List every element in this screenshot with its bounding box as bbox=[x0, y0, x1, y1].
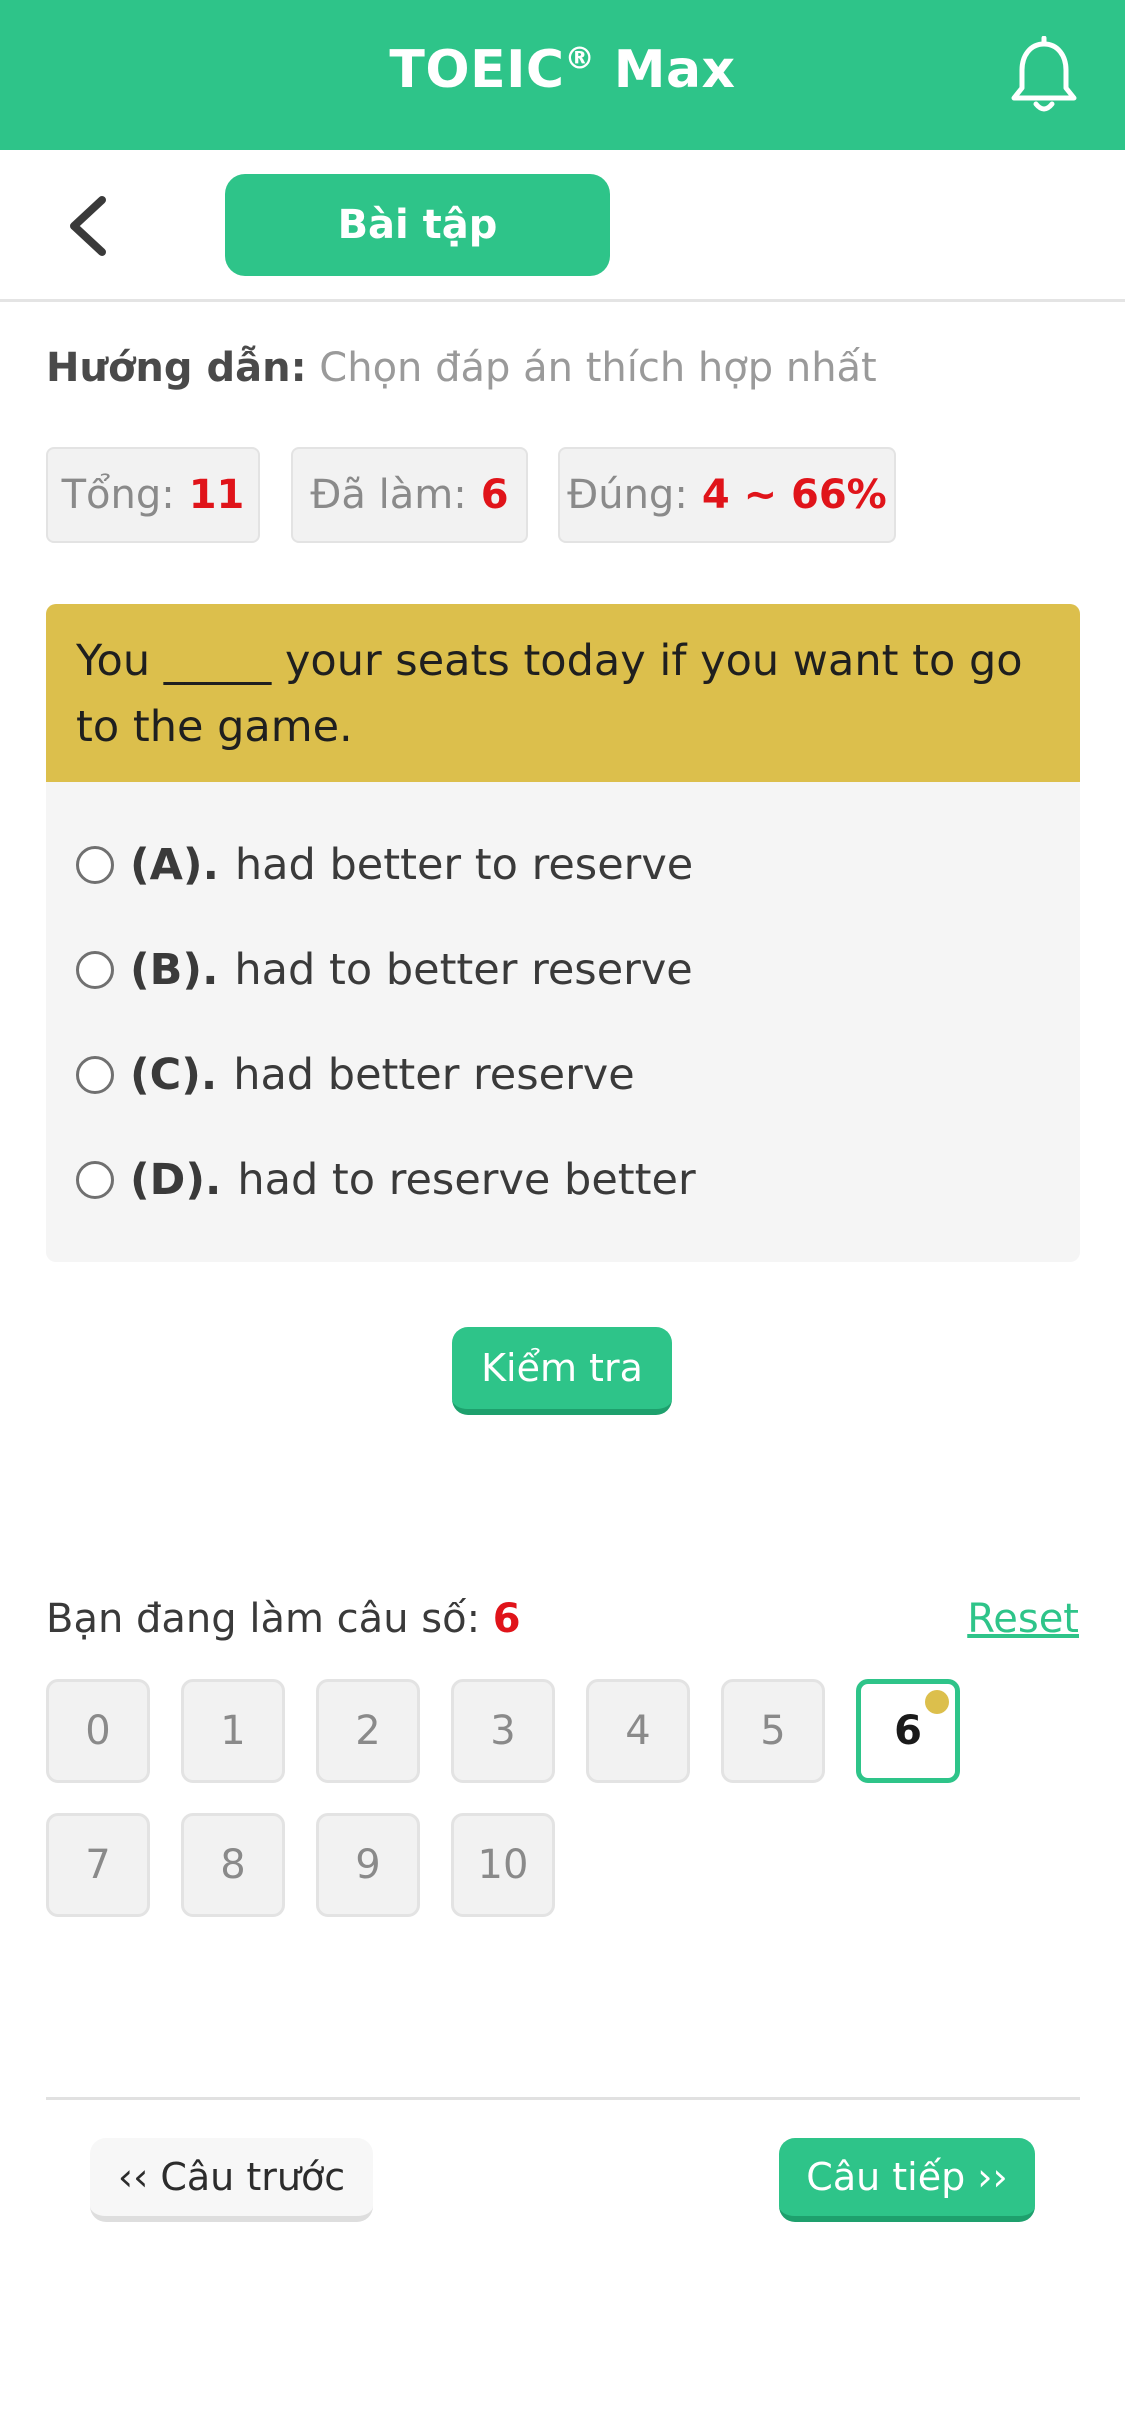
option-text: had better reserve bbox=[233, 1050, 635, 1100]
current-question: Bạn đang làm câu số: 6 bbox=[46, 1596, 521, 1642]
bell-icon[interactable] bbox=[1008, 36, 1080, 116]
divider bbox=[46, 2097, 1080, 2100]
question-number-button[interactable]: 9 bbox=[316, 1813, 420, 1917]
option-letter: (B). bbox=[130, 945, 219, 995]
instruction-label: Hướng dẫn: bbox=[46, 345, 307, 391]
sub-header: Bài tập bbox=[0, 150, 1125, 302]
option-b[interactable]: (B). had to better reserve bbox=[76, 935, 693, 1005]
question-number-button[interactable]: 7 bbox=[46, 1813, 150, 1917]
stat-done-value: 6 bbox=[480, 472, 509, 518]
stat-done: Đã làm: 6 bbox=[291, 447, 528, 543]
option-d[interactable]: (D). had to reserve better bbox=[76, 1145, 696, 1215]
stat-total-value: 11 bbox=[188, 472, 245, 518]
question-card: You _____ your seats today if you want t… bbox=[46, 604, 1080, 1262]
option-c[interactable]: (C). had better reserve bbox=[76, 1040, 635, 1110]
next-question-button[interactable]: Câu tiếp ›› bbox=[779, 2138, 1035, 2222]
option-a[interactable]: (A). had better to reserve bbox=[76, 830, 693, 900]
question-number-button[interactable]: 8 bbox=[181, 1813, 285, 1917]
question-number-button[interactable]: 3 bbox=[451, 1679, 555, 1783]
question-number-button[interactable]: 0 bbox=[46, 1679, 150, 1783]
answered-dot-icon bbox=[925, 1690, 949, 1714]
question-number-button[interactable]: 10 bbox=[451, 1813, 555, 1917]
app-title: TOEIC® Max bbox=[389, 40, 736, 100]
radio-icon[interactable] bbox=[76, 951, 114, 989]
option-text: had to reserve better bbox=[237, 1155, 696, 1205]
question-number-label: 6 bbox=[894, 1708, 922, 1754]
current-question-label: Bạn đang làm câu số: bbox=[46, 1596, 493, 1642]
question-number-button[interactable]: 4 bbox=[586, 1679, 690, 1783]
reset-link[interactable]: Reset bbox=[967, 1596, 1079, 1642]
question-number-button[interactable]: 2 bbox=[316, 1679, 420, 1783]
option-letter: (A). bbox=[130, 840, 219, 890]
stat-done-label: Đã làm: bbox=[310, 472, 467, 518]
stat-total: Tổng: 11 bbox=[46, 447, 260, 543]
tab-exercises[interactable]: Bài tập bbox=[225, 174, 610, 276]
option-text: had to better reserve bbox=[234, 945, 693, 995]
previous-question-button[interactable]: ‹‹ Câu trước bbox=[90, 2138, 373, 2222]
question-number-button-current[interactable]: 6 bbox=[856, 1679, 960, 1783]
stat-correct: Đúng: 4 ~ 66% bbox=[558, 447, 896, 543]
current-question-number: 6 bbox=[492, 1596, 521, 1642]
check-button[interactable]: Kiểm tra bbox=[452, 1327, 672, 1415]
option-text: had better to reserve bbox=[234, 840, 694, 890]
question-number-button[interactable]: 1 bbox=[181, 1679, 285, 1783]
radio-icon[interactable] bbox=[76, 1161, 114, 1199]
stat-correct-value: 4 ~ 66% bbox=[701, 472, 887, 518]
question-number-button[interactable]: 5 bbox=[721, 1679, 825, 1783]
radio-icon[interactable] bbox=[76, 846, 114, 884]
app-header: TOEIC® Max bbox=[0, 0, 1125, 150]
radio-icon[interactable] bbox=[76, 1056, 114, 1094]
question-text: You _____ your seats today if you want t… bbox=[46, 604, 1080, 782]
option-letter: (D). bbox=[130, 1155, 222, 1205]
chevron-left-icon[interactable] bbox=[62, 194, 122, 258]
instruction-text: Chọn đáp án thích hợp nhất bbox=[306, 345, 877, 391]
stat-correct-label: Đúng: bbox=[567, 472, 688, 518]
stat-total-label: Tổng: bbox=[61, 472, 175, 518]
option-letter: (C). bbox=[130, 1050, 218, 1100]
instruction: Hướng dẫn: Chọn đáp án thích hợp nhất bbox=[46, 345, 877, 391]
